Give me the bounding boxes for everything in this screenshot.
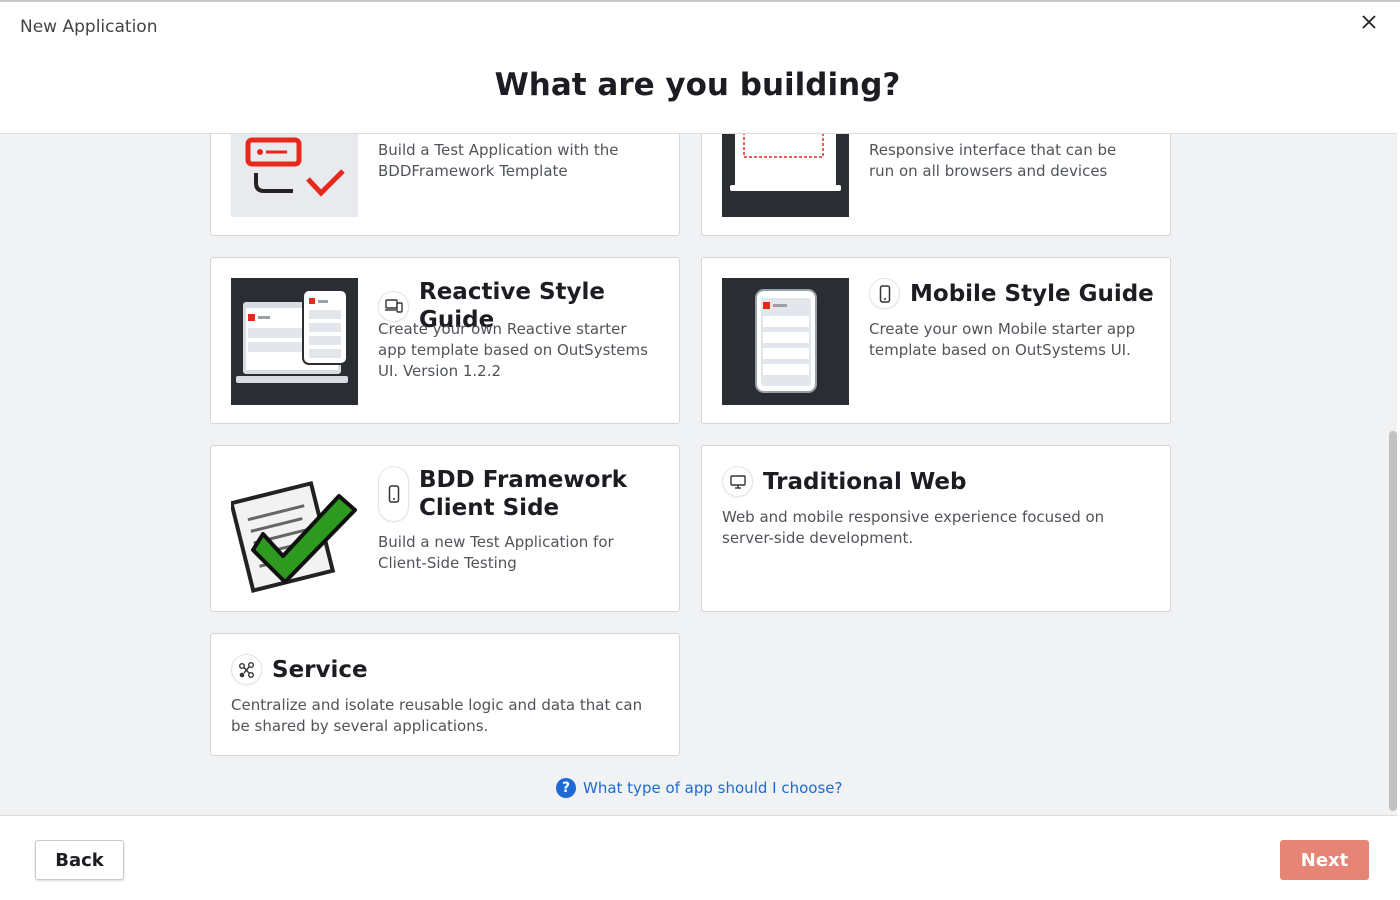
phone-icon [378, 466, 409, 522]
card-title: Traditional Web [763, 468, 967, 495]
card-description: Responsive interface that can be run on … [869, 141, 1117, 180]
card-reactive-style-guide[interactable]: Reactive Style Guide Create your own Rea… [210, 257, 680, 424]
devices-icon [378, 290, 409, 322]
card-title: BDD Framework Client Side [419, 466, 627, 522]
card-description: Build a Test Application with the BDDFra… [378, 141, 619, 180]
card-service[interactable]: Service Centralize and isolate reusable … [210, 633, 680, 756]
card-bdd-client-side[interactable]: BDD Framework Client Side Build a new Te… [210, 445, 680, 612]
monitor-icon [722, 466, 753, 497]
back-button[interactable]: Back [35, 840, 124, 880]
mobile-style-guide-thumbnail [722, 278, 849, 405]
next-button[interactable]: Next [1280, 840, 1369, 880]
help-link-label: What type of app should I choose? [583, 779, 843, 797]
card-description: Centralize and isolate reusable logic an… [231, 696, 643, 735]
checklist-thumbnail [231, 466, 358, 593]
card-description: Create your own Mobile starter app templ… [869, 320, 1136, 359]
card-header: Service [231, 654, 368, 685]
app-type-list[interactable]: Build a Test Application with the BDDFra… [0, 133, 1397, 816]
card-title: Service [272, 656, 368, 683]
card-header: Traditional Web [722, 466, 966, 497]
card-mobile-style-guide[interactable]: Mobile Style Guide Create your own Mobil… [701, 257, 1171, 424]
bdd-template-thumbnail [231, 134, 358, 217]
help-link[interactable]: ? What type of app should I choose? [556, 778, 842, 798]
card-description: Web and mobile responsive experience foc… [722, 508, 1105, 547]
card-traditional-web[interactable]: Traditional Web Web and mobile responsiv… [701, 445, 1171, 612]
phone-icon [869, 278, 900, 309]
card-title-line-1: BDD Framework [419, 467, 628, 493]
card-header: BDD Framework Client Side [378, 466, 627, 522]
scrollbar-thumb[interactable] [1389, 431, 1397, 811]
card-reactive-web[interactable]: Responsive interface that can be run on … [701, 134, 1171, 236]
card-bdd-template[interactable]: Build a Test Application with the BDDFra… [210, 134, 680, 236]
card-header: Mobile Style Guide [869, 278, 1154, 309]
card-title-line-2: Client Side [419, 495, 560, 521]
window-title: New Application [20, 17, 158, 37]
card-description: Create your own Reactive starter app tem… [378, 320, 648, 380]
page-title: What are you building? [494, 67, 901, 103]
card-description: Build a new Test Application for Client-… [378, 533, 614, 572]
service-nodes-icon [231, 654, 262, 685]
scrollbar[interactable] [1388, 133, 1397, 814]
close-icon[interactable] [1358, 11, 1380, 33]
card-title: Mobile Style Guide [910, 280, 1154, 307]
reactive-web-thumbnail [722, 134, 849, 217]
reactive-style-guide-thumbnail [231, 278, 358, 405]
help-question-icon: ? [556, 778, 576, 798]
